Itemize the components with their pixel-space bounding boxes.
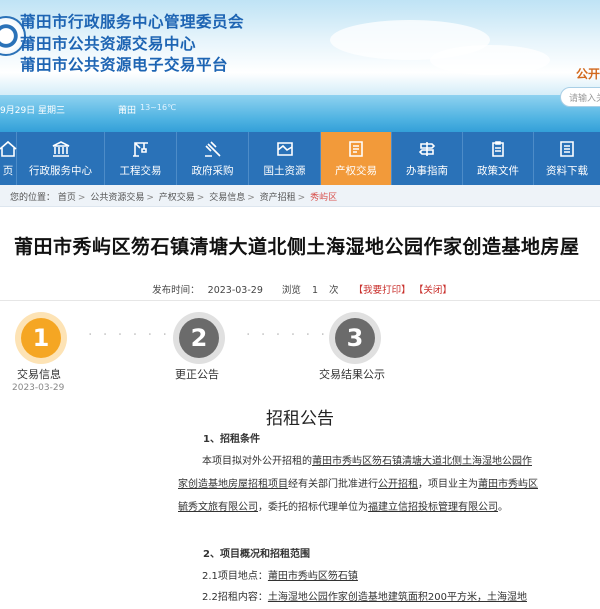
main-nav: 页 行政服务中心 工程交易 政府采购 国土资源 产权交易 办事指南 政策文件 资…: [0, 132, 600, 185]
body-text: ，委托的招标代理单位为: [258, 502, 368, 513]
body-text: ，项目业主为: [418, 479, 478, 490]
nav-item-home[interactable]: 页: [0, 132, 17, 185]
published-label: 发布时间：: [152, 285, 200, 296]
crane-icon: [130, 139, 152, 159]
breadcrumb-link-asset-lease[interactable]: 资产招租: [260, 193, 296, 203]
close-link[interactable]: 【关闭】: [419, 285, 452, 296]
item-2-1-label: 2.1项目地点：: [202, 571, 268, 582]
nav-item-downloads[interactable]: 资料下载: [534, 132, 600, 185]
step-3-label[interactable]: 交易结果公示: [319, 366, 385, 382]
nav-item-land[interactable]: 国土资源: [249, 132, 321, 185]
step-2-label[interactable]: 更正公告: [175, 366, 219, 382]
nav-item-label: 资料下载: [546, 165, 588, 177]
land-icon: [274, 139, 296, 159]
breadcrumb-prefix: 您的位置：: [10, 193, 56, 203]
section1-title: 1、招租条件: [203, 434, 260, 445]
item-2-1-value: 莆田市秀屿区笏石镇: [267, 571, 358, 582]
weather-temp: 13~16℃: [140, 103, 177, 112]
item-2-1: 2.1项目地点：莆田市秀屿区笏石镇: [202, 565, 358, 588]
views-count: 1: [311, 285, 318, 296]
step-1-label[interactable]: 交易信息: [17, 366, 61, 382]
step-2-circle[interactable]: 2: [179, 318, 219, 358]
org-name-line3: 莆田市公共资源电子交易平台: [20, 56, 229, 74]
step-connector: · · · · · ·: [246, 327, 328, 343]
breadcrumb-current[interactable]: 秀屿区: [310, 193, 337, 203]
nav-item-label: 政府采购: [191, 165, 234, 177]
nav-item-label: 页: [2, 165, 14, 177]
header-banner: 莆田市行政服务中心管理委员会 莆田市公共资源交易中心 莆田市公共资源电子交易平台…: [0, 0, 600, 132]
nav-item-label: 工程交易: [119, 165, 162, 177]
divider: [0, 300, 600, 301]
org-name-line2: 莆田市公共资源交易中心: [20, 35, 197, 53]
step-1-circle[interactable]: 1: [21, 318, 61, 358]
breadcrumb: 您的位置： 首页 > 公共资源交易 > 产权交易 > 交易信息 > 资产招租 > 秀屿区: [0, 185, 600, 207]
nav-item-label: 办事指南: [406, 165, 448, 177]
nav-item-label: 行政服务中心: [29, 165, 92, 177]
nav-item-label: 产权交易: [335, 165, 377, 177]
nav-item-label: 国土资源: [263, 165, 306, 177]
nav-item-property-trade[interactable]: 产权交易: [321, 132, 392, 185]
nav-item-guide[interactable]: 办事指南: [392, 132, 463, 185]
sea-decoration: [0, 95, 600, 132]
nav-item-admin-center[interactable]: 行政服务中心: [17, 132, 105, 185]
cloud-decoration: [430, 45, 550, 75]
signpost-icon: [416, 139, 438, 159]
download-icon: [556, 139, 578, 159]
section2-title: 2、项目概况和招租范围: [203, 549, 310, 560]
gavel-icon: [202, 139, 224, 159]
document-icon: [345, 139, 367, 159]
announcement-title: 招租公告: [266, 409, 334, 429]
clipboard-icon: [487, 139, 509, 159]
body-text: 本项目拟对外公开招租的: [202, 456, 312, 467]
search-input[interactable]: 请输入关: [560, 87, 600, 107]
breadcrumb-link-public-trade[interactable]: 公共资源交易: [90, 193, 144, 203]
body-text: 。: [498, 502, 508, 513]
nav-item-policy[interactable]: 政策文件: [463, 132, 534, 185]
breadcrumb-link-trade-info[interactable]: 交易信息: [209, 193, 245, 203]
building-icon: [50, 139, 72, 159]
nav-item-gov-procurement[interactable]: 政府采购: [177, 132, 249, 185]
breadcrumb-link-property[interactable]: 产权交易: [159, 193, 195, 203]
weather-city: 莆田: [118, 106, 137, 116]
breadcrumb-link-home[interactable]: 首页: [58, 193, 76, 203]
section1-body: 本项目拟对外公开招租的莆田市秀屿区笏石镇清塘大道北侧土海湿地公园作家创造基地房屋…: [178, 450, 540, 519]
print-link[interactable]: 【我要打印】: [354, 285, 411, 296]
views-unit: 次: [329, 285, 339, 296]
date-text: 9月29日 星期三: [0, 106, 66, 116]
page-title: 莆田市秀屿区笏石镇清塘大道北侧土海湿地公园作家创造基地房屋: [14, 236, 580, 258]
views-label: 浏览: [281, 285, 301, 296]
step-3-circle[interactable]: 3: [335, 318, 375, 358]
step-1-date: 2023-03-29: [12, 383, 65, 393]
step-connector: · · · · · ·: [88, 327, 170, 343]
published-date: 2023-03-29: [207, 285, 263, 296]
slogan-text: 公开: [575, 67, 600, 81]
org-name-line1: 莆田市行政服务中心管理委员会: [20, 13, 245, 31]
item-2-2: 2.2招租内容：土海湿地公园作家创造基地建筑面积200平方米，土海湿地: [202, 586, 527, 609]
item-2-2-label: 2.2招租内容：: [202, 592, 268, 603]
nav-item-label: 政策文件: [477, 165, 519, 177]
item-2-2-value: 土海湿地公园作家创造基地建筑面积200平方米，土海湿地: [267, 592, 527, 603]
body-text: 经有关部门批准进行: [288, 479, 378, 490]
underlined-term: 公开招租: [378, 479, 418, 490]
article-meta: 发布时间： 2023-03-29 浏览 1 次 【我要打印】 【关闭】: [0, 282, 600, 296]
nav-item-engineering[interactable]: 工程交易: [105, 132, 177, 185]
underlined-term: 福建立信招投标管理有限公司: [368, 502, 498, 513]
